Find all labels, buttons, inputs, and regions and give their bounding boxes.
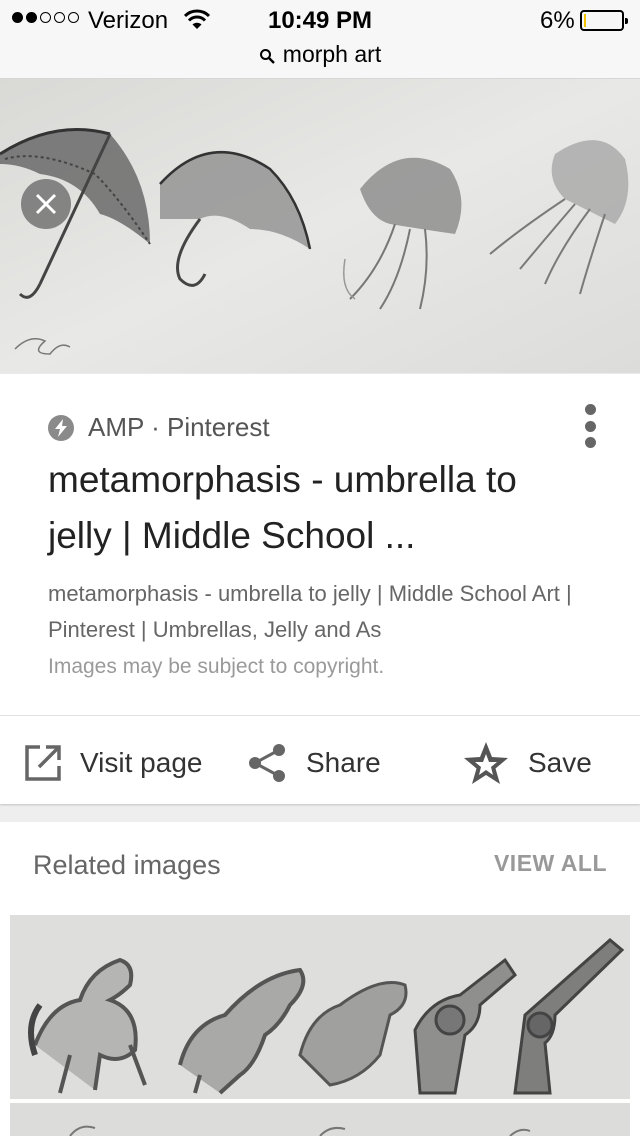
source-label: AMP · Pinterest [88,412,270,442]
divider [0,715,640,716]
battery-icon [580,10,628,31]
browser-top-bar: Verizon 10:49 PM 6% morph art [0,0,640,79]
share-icon [249,744,285,782]
horse-to-revolver-drawing [10,915,630,1099]
result-source: AMP · Pinterest [48,412,270,443]
related-images-title: Related images [33,850,221,880]
related-image-thumbnail[interactable] [10,1103,630,1136]
hero-image[interactable] [0,79,640,373]
related-images-section: Related images VIEW ALL [0,822,640,1136]
more-options-button[interactable] [580,404,600,448]
share-button[interactable]: Share [248,738,381,788]
amp-lightning-icon [48,414,74,441]
view-all-button[interactable]: VIEW ALL [494,850,607,877]
battery-percentage: 6% [540,7,575,34]
address-bar[interactable]: morph art [0,41,640,68]
close-icon [35,193,57,215]
close-button[interactable] [21,179,71,229]
copyright-note: Images may be subject to copyright. [48,655,385,678]
visit-page-label: Visit page [80,747,203,778]
related-image-thumbnail[interactable] [10,915,630,1099]
search-query: morph art [282,41,382,67]
result-description: metamorphasis - umbrella to jelly | Midd… [48,581,572,642]
share-label: Share [306,747,381,778]
umbrella-to-jellyfish-drawing [0,79,640,373]
save-label: Save [528,747,592,778]
star-save-icon [464,742,508,784]
save-button[interactable]: Save [462,738,592,788]
result-title[interactable]: metamorphasis - umbrella to jelly | Midd… [48,452,568,564]
visit-page-button[interactable]: Visit page [24,738,202,788]
search-icon [259,49,275,64]
more-vert-icon [584,404,596,415]
status-bar: Verizon 10:49 PM 6% [0,0,640,40]
result-card: AMP · Pinterest metamorphasis - umbrella… [0,374,640,804]
open-in-new-icon [25,745,61,781]
related-drawing-partial [10,1103,630,1136]
